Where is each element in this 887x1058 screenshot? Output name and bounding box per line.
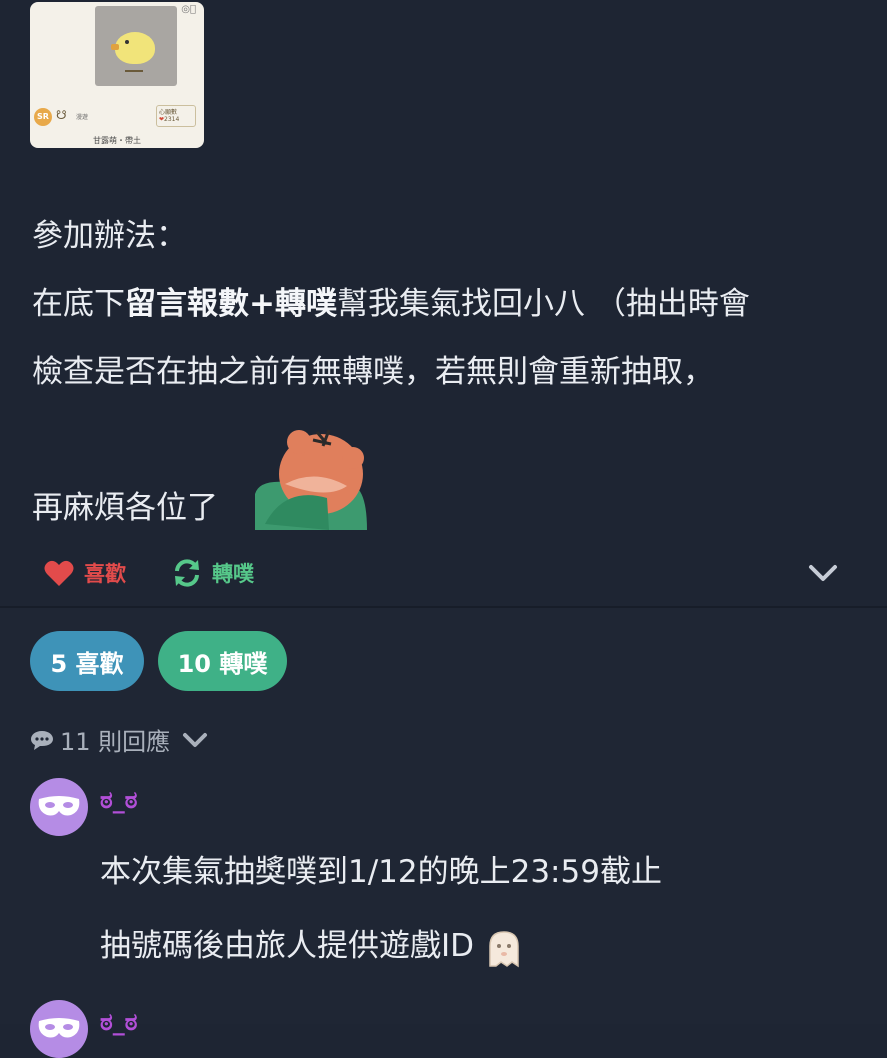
like-button[interactable]: 喜歡 [44, 558, 126, 588]
post-line-4: 再麻煩各位了 [32, 488, 218, 528]
post-text-segment: 幫我集氣找回小八 （抽出時會 [336, 286, 750, 322]
rarity-badge: SR [34, 108, 52, 126]
profession-icon: ☋ [56, 108, 67, 122]
post-text-segment: 檢查是否在抽之前有無轉噗，若無則會重新抽取， [32, 354, 714, 390]
card-photo [95, 6, 177, 86]
responses-toggle[interactable]: 11 則回應 [30, 722, 214, 757]
bear-sticker-image [255, 429, 367, 530]
post-text-segment: 參加辦法： [32, 218, 187, 254]
comment-username[interactable]: ಠ_ಠ [100, 786, 137, 814]
card-stat-label: 心願數 [159, 109, 178, 116]
post-line-2: 在底下留言報數+轉噗幫我集氣找回小八 （抽出時會 [32, 284, 750, 324]
card-stat-box: 心願數 2314 [156, 105, 196, 127]
comment-text-line: 本次集氣抽獎噗到1/12的晚上23:59截止 [100, 854, 662, 890]
replurk-label: 轉噗 [212, 562, 254, 586]
avatar[interactable] [30, 1000, 88, 1058]
chick-beak [111, 44, 119, 50]
post-text-segment: 再麻煩各位了 [32, 490, 218, 526]
card-corner-icon: ◎⃝ [181, 4, 196, 15]
avatar[interactable] [30, 778, 88, 836]
chevron-down-icon[interactable] [808, 562, 838, 584]
post-line-1: 參加辦法： [32, 216, 187, 256]
card-mini-label: 漫遊 [76, 114, 89, 121]
mask-icon [38, 1018, 80, 1038]
comment-text: 抽號碼後由旅人提供遊戲ID [100, 928, 475, 964]
responses-count-label: 11 則回應 [60, 728, 171, 756]
ghost-emoji-icon [489, 930, 519, 967]
refresh-icon [175, 559, 199, 587]
mask-icon [38, 796, 80, 816]
card-character-name: 甘露萌・帶土 [93, 136, 141, 145]
chevron-down-icon [183, 732, 208, 747]
post-text-bold: 留言報數+轉噗 [125, 286, 337, 322]
like-label: 喜歡 [84, 562, 126, 586]
card-stat-value: 2314 [159, 116, 179, 123]
post-line-3: 檢查是否在抽之前有無轉噗，若無則會重新抽取， [32, 352, 714, 392]
likes-count-pill[interactable]: 5 喜歡 [30, 631, 144, 691]
chick-figure [115, 32, 155, 64]
comment-text-line-with-emoji: 抽號碼後由旅人提供遊戲ID [100, 920, 524, 968]
heart-icon [44, 560, 74, 586]
replurks-count-pill[interactable]: 10 轉噗 [158, 631, 287, 691]
post-text-segment: 在底下 [32, 286, 125, 322]
shared-game-card-image[interactable]: ◎⃝ SR ☋ 漫遊 心願數 2314 甘露萌・帶土 [30, 2, 204, 148]
chick-feet [125, 64, 143, 72]
speech-bubble-icon [31, 730, 53, 750]
chick-eye [125, 40, 129, 44]
replurk-button[interactable]: 轉噗 [172, 558, 254, 588]
comment-username[interactable]: ಠ_ಠ [100, 1008, 137, 1036]
